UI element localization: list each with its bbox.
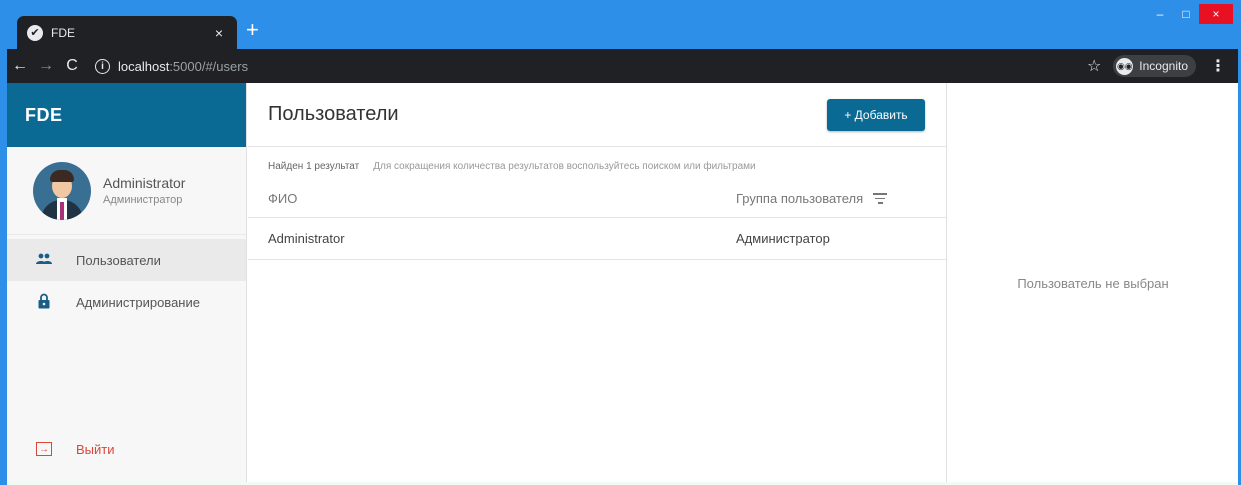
column-header-group-label[interactable]: Группа пользователя — [736, 191, 863, 206]
column-header-name[interactable]: ФИО — [268, 191, 297, 206]
empty-state-message: Пользователь не выбран — [1017, 276, 1169, 291]
site-info-icon[interactable]: i — [95, 58, 110, 74]
url-path: :5000/#/users — [169, 58, 249, 74]
brand-logo: FDE — [25, 104, 63, 125]
address-bar[interactable]: i localhost:5000/#/users — [95, 53, 1095, 79]
browser-menu-icon[interactable]: ⋮ — [1210, 56, 1226, 76]
user-name: Administrator — [103, 175, 186, 191]
minimize-button[interactable]: – — [1147, 4, 1173, 24]
avatar — [33, 161, 91, 220]
page-header: Пользователи + Добавить — [248, 83, 946, 147]
add-user-button[interactable]: + Добавить — [827, 99, 925, 131]
page-title: Пользователи — [268, 103, 399, 125]
cell-user-name: Administrator — [268, 231, 345, 246]
close-window-button[interactable]: × — [1199, 4, 1233, 24]
user-role: Администратор — [103, 194, 183, 206]
lock-icon — [36, 293, 52, 312]
sidebar: FDE Administrator Администратор Пользова… — [7, 83, 247, 485]
sidebar-item-label: Пользователи — [76, 252, 161, 268]
filter-icon[interactable] — [873, 192, 888, 206]
title-bar: ✔ FDE × + – □ × — [0, 0, 1241, 49]
incognito-label: Incognito — [1139, 59, 1188, 73]
sidebar-item-users[interactable]: Пользователи — [7, 239, 246, 281]
sidebar-item-label: Администрирование — [76, 294, 200, 310]
toolbar-actions: ☆ ◉◉ Incognito ⋮ — [1087, 49, 1226, 83]
tab-close-icon[interactable]: × — [211, 25, 227, 41]
new-tab-button[interactable]: + — [246, 19, 259, 41]
window-controls: – □ × — [1147, 4, 1233, 24]
tab-title: FDE — [51, 25, 75, 40]
back-icon[interactable]: ← — [7, 57, 33, 75]
detail-panel: Пользователь не выбран — [948, 83, 1238, 485]
brand-header: FDE — [7, 83, 246, 147]
url-host: localhost — [118, 58, 170, 74]
logout-button[interactable]: → Выйти — [7, 429, 246, 469]
sidebar-item-administration[interactable]: Администрирование — [7, 281, 246, 323]
main-content: Пользователи + Добавить Найден 1 результ… — [248, 83, 947, 485]
incognito-badge[interactable]: ◉◉ Incognito — [1113, 55, 1196, 77]
table-header: ФИО Группа пользователя — [248, 180, 946, 218]
results-hint: Для сокращения количества результатов во… — [373, 161, 756, 172]
maximize-button[interactable]: □ — [1173, 4, 1199, 24]
reload-icon[interactable]: C — [59, 57, 85, 75]
results-count: Найден 1 результат — [268, 161, 360, 172]
column-header-group: Группа пользователя — [736, 191, 888, 206]
browser-window: ✔ FDE × + – □ × ← → C i localhost:5000/#… — [0, 0, 1241, 485]
forward-icon[interactable]: → — [33, 57, 59, 75]
browser-toolbar: ← → C i localhost:5000/#/users ☆ ◉◉ Inco… — [7, 49, 1238, 83]
window-border-left — [0, 0, 7, 485]
people-icon — [36, 252, 52, 268]
cell-user-group: Администратор — [736, 231, 830, 246]
logout-icon: → — [36, 442, 52, 456]
incognito-icon: ◉◉ — [1116, 57, 1134, 75]
results-summary: Найден 1 результат Для сокращения количе… — [248, 147, 946, 172]
tab-favicon-icon: ✔ — [27, 24, 43, 41]
table-row[interactable]: Administrator Администратор — [248, 218, 946, 260]
browser-tab[interactable]: ✔ FDE × — [17, 16, 237, 49]
logout-label: Выйти — [76, 441, 115, 457]
bookmark-star-icon[interactable]: ☆ — [1087, 56, 1101, 76]
user-profile: Administrator Администратор — [7, 147, 246, 235]
